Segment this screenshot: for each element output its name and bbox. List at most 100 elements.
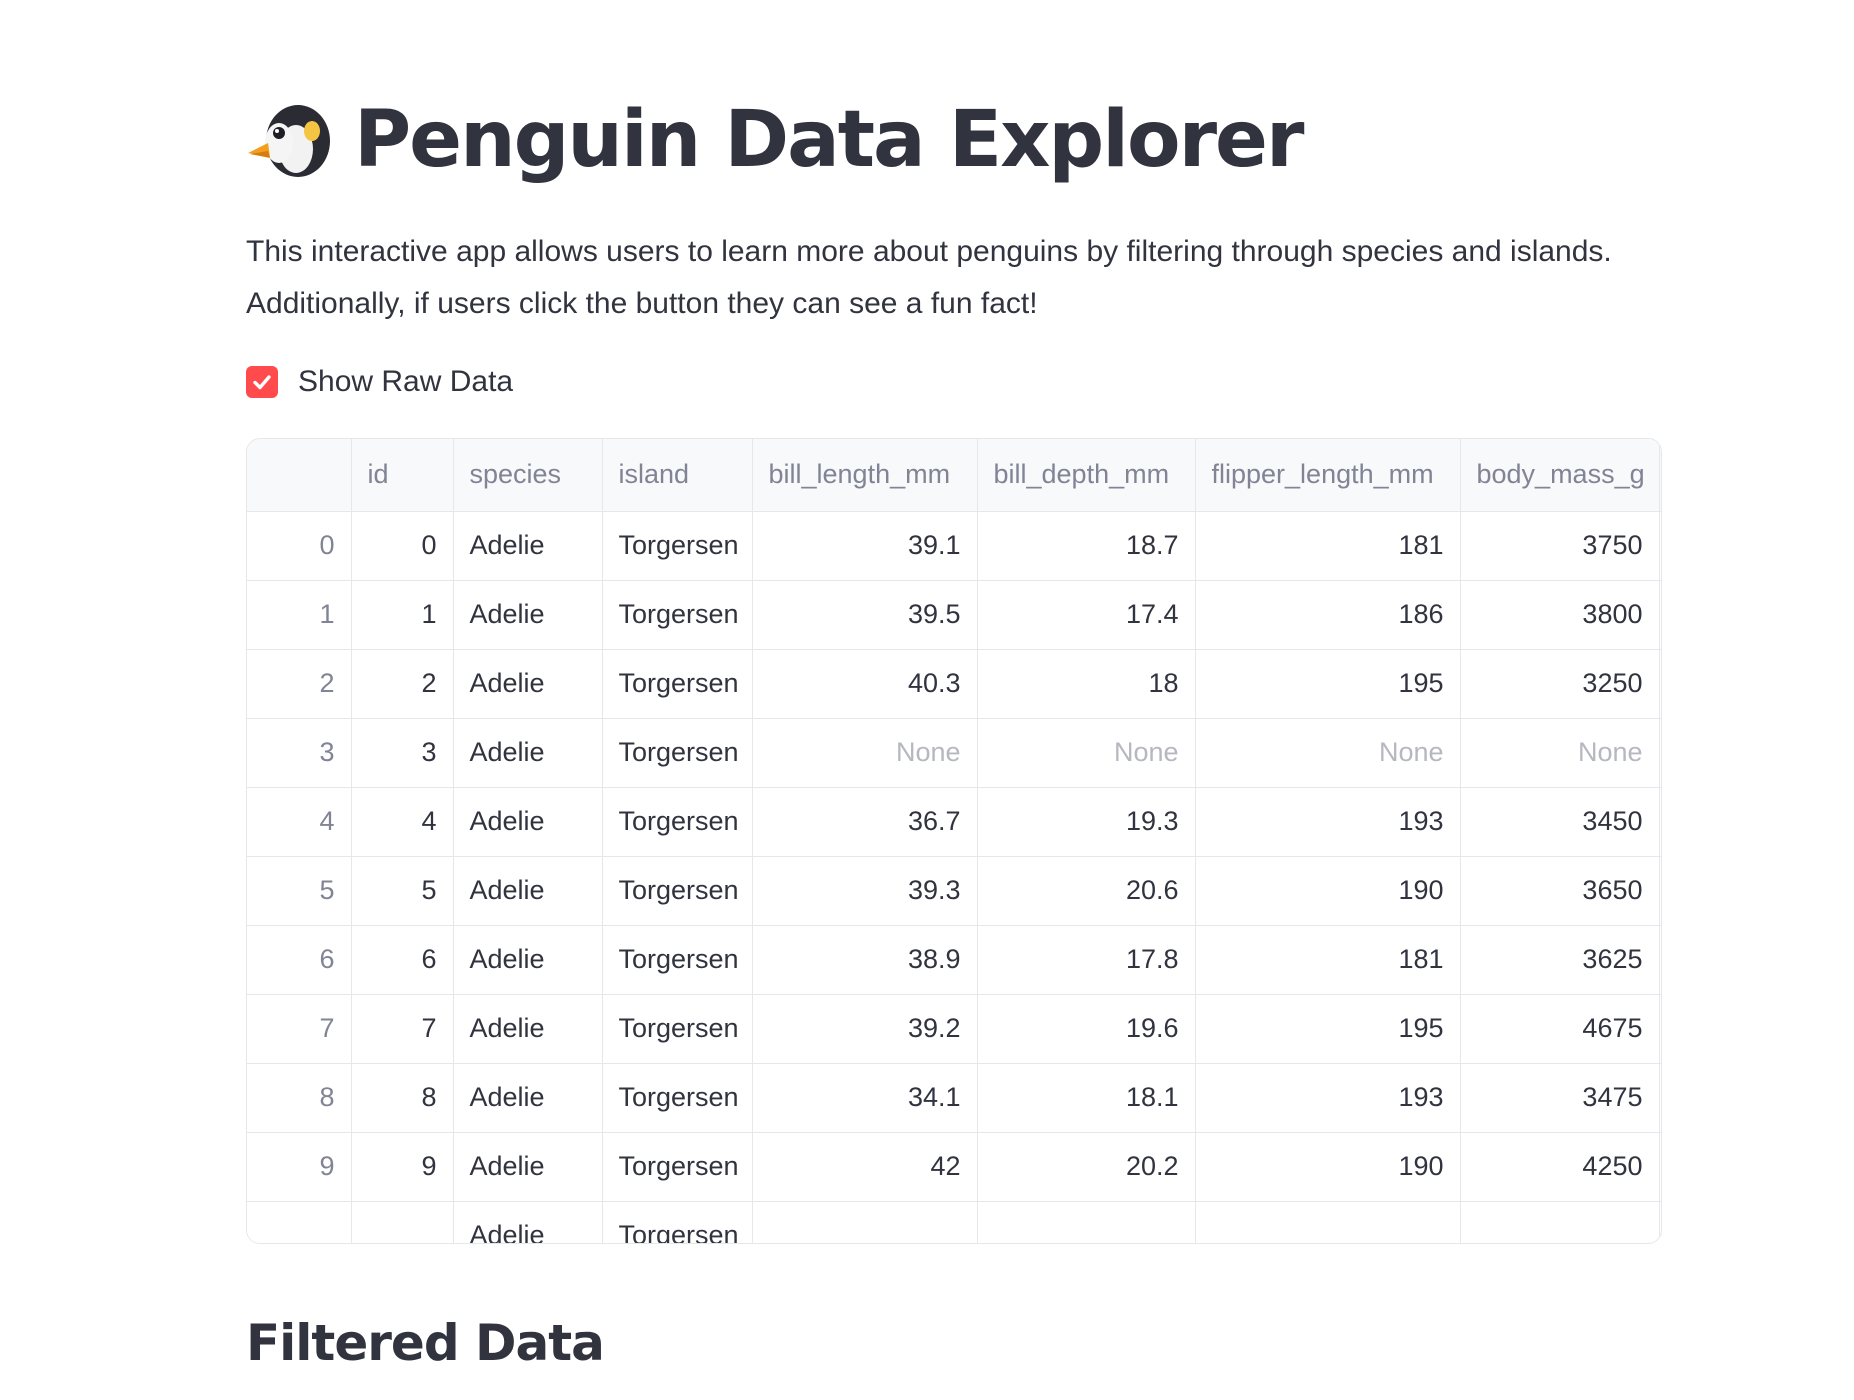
table-row[interactable]: 99AdelieTorgersen4220.21904250N — [247, 1132, 1661, 1202]
column-header-island[interactable]: island — [602, 439, 753, 512]
table-cell-index[interactable]: 0 — [247, 511, 352, 581]
table-cell-id[interactable]: 6 — [351, 925, 454, 995]
table-cell-id[interactable]: 8 — [351, 1063, 454, 1133]
table-row[interactable]: 11AdelieTorgersen39.517.41863800f — [247, 580, 1661, 650]
table-cell-bill-depth-mm[interactable]: 17.8 — [977, 925, 1196, 995]
table-cell-species[interactable]: Adelie — [453, 994, 603, 1064]
table-row[interactable]: 00AdelieTorgersen39.118.71813750m — [247, 511, 1661, 581]
table-cell-id[interactable] — [351, 1201, 454, 1243]
table-cell-flipper-length-mm[interactable]: 186 — [1195, 580, 1461, 650]
table-cell-id[interactable]: 2 — [351, 649, 454, 719]
table-cell-species[interactable]: Adelie — [453, 718, 603, 788]
table-cell-bill-length-mm[interactable] — [752, 1201, 978, 1243]
table-cell-body-mass-g[interactable] — [1460, 1201, 1660, 1243]
table-cell-bill-depth-mm[interactable]: 18.7 — [977, 511, 1196, 581]
table-cell-index[interactable]: 2 — [247, 649, 352, 719]
table-cell-sex[interactable]: m — [1659, 994, 1661, 1064]
table-cell-index[interactable]: 3 — [247, 718, 352, 788]
table-cell-flipper-length-mm[interactable]: 193 — [1195, 787, 1461, 857]
table-cell-sex[interactable]: f — [1659, 580, 1661, 650]
table-cell-island[interactable]: Torgersen — [602, 1063, 753, 1133]
table-cell-bill-depth-mm[interactable]: 19.3 — [977, 787, 1196, 857]
table-cell-flipper-length-mm[interactable]: None — [1195, 718, 1461, 788]
table-row[interactable]: 88AdelieTorgersen34.118.11933475N — [247, 1063, 1661, 1133]
table-cell-index[interactable]: 5 — [247, 856, 352, 926]
table-cell-id[interactable]: 5 — [351, 856, 454, 926]
table-cell-body-mass-g[interactable]: 3475 — [1460, 1063, 1660, 1133]
column-header-flipper-length[interactable]: flipper_length_mm — [1195, 439, 1461, 512]
table-cell-index[interactable]: 9 — [247, 1132, 352, 1202]
column-header-bill-length[interactable]: bill_length_mm — [752, 439, 978, 512]
table-cell-sex[interactable] — [1659, 1201, 1661, 1243]
table-cell-index[interactable]: 8 — [247, 1063, 352, 1133]
table-cell-sex[interactable]: f — [1659, 649, 1661, 719]
column-header-index[interactable] — [247, 439, 352, 512]
table-cell-species[interactable]: Adelie — [453, 649, 603, 719]
table-cell-body-mass-g[interactable]: 4250 — [1460, 1132, 1660, 1202]
table-cell-bill-depth-mm[interactable]: 19.6 — [977, 994, 1196, 1064]
table-cell-island[interactable]: Torgersen — [602, 1201, 753, 1243]
table-cell-flipper-length-mm[interactable]: 190 — [1195, 856, 1461, 926]
table-cell-bill-depth-mm[interactable]: 18.1 — [977, 1063, 1196, 1133]
table-cell-bill-length-mm[interactable]: 36.7 — [752, 787, 978, 857]
table-row[interactable]: 33AdelieTorgersenNoneNoneNoneNoneN — [247, 718, 1661, 788]
column-header-sex[interactable]: s — [1659, 439, 1661, 512]
table-cell-bill-depth-mm[interactable]: 18 — [977, 649, 1196, 719]
table-cell-island[interactable]: Torgersen — [602, 925, 753, 995]
table-cell-flipper-length-mm[interactable] — [1195, 1201, 1461, 1243]
table-cell-flipper-length-mm[interactable]: 190 — [1195, 1132, 1461, 1202]
table-cell-species[interactable]: Adelie — [453, 511, 603, 581]
raw-data-table[interactable]: id species island bill_length_mm bill_de… — [246, 438, 1662, 1244]
table-cell-species[interactable]: Adelie — [453, 787, 603, 857]
table-cell-sex[interactable]: m — [1659, 856, 1661, 926]
table-cell-island[interactable]: Torgersen — [602, 787, 753, 857]
table-cell-species[interactable]: Adelie — [453, 1201, 603, 1243]
table-row[interactable]: 44AdelieTorgersen36.719.31933450f — [247, 787, 1661, 857]
table-cell-id[interactable]: 1 — [351, 580, 454, 650]
table-cell-index[interactable] — [247, 1201, 352, 1243]
table-cell-bill-length-mm[interactable]: 39.3 — [752, 856, 978, 926]
table-cell-sex[interactable]: N — [1659, 1063, 1661, 1133]
table-cell-bill-length-mm[interactable]: 38.9 — [752, 925, 978, 995]
table-cell-id[interactable]: 4 — [351, 787, 454, 857]
column-header-bill-depth[interactable]: bill_depth_mm — [977, 439, 1196, 512]
table-cell-sex[interactable]: N — [1659, 1132, 1661, 1202]
table-cell-bill-length-mm[interactable]: 39.1 — [752, 511, 978, 581]
table-cell-flipper-length-mm[interactable]: 181 — [1195, 511, 1461, 581]
table-cell-island[interactable]: Torgersen — [602, 511, 753, 581]
table-cell-bill-length-mm[interactable]: 39.5 — [752, 580, 978, 650]
table-cell-species[interactable]: Adelie — [453, 856, 603, 926]
table-cell-body-mass-g[interactable]: 3800 — [1460, 580, 1660, 650]
table-row[interactable]: 77AdelieTorgersen39.219.61954675m — [247, 994, 1661, 1064]
table-cell-id[interactable]: 7 — [351, 994, 454, 1064]
table-cell-bill-depth-mm[interactable]: 20.6 — [977, 856, 1196, 926]
column-header-body-mass[interactable]: body_mass_g — [1460, 439, 1660, 512]
table-cell-bill-depth-mm[interactable]: 20.2 — [977, 1132, 1196, 1202]
table-cell-flipper-length-mm[interactable]: 195 — [1195, 649, 1461, 719]
table-cell-bill-length-mm[interactable]: None — [752, 718, 978, 788]
table-row[interactable]: 55AdelieTorgersen39.320.61903650m — [247, 856, 1661, 926]
table-cell-id[interactable]: 3 — [351, 718, 454, 788]
table-cell-bill-length-mm[interactable]: 34.1 — [752, 1063, 978, 1133]
table-cell-island[interactable]: Torgersen — [602, 994, 753, 1064]
table-cell-body-mass-g[interactable]: 3650 — [1460, 856, 1660, 926]
table-row[interactable]: 66AdelieTorgersen38.917.81813625f — [247, 925, 1661, 995]
table-cell-bill-length-mm[interactable]: 42 — [752, 1132, 978, 1202]
table-cell-species[interactable]: Adelie — [453, 1063, 603, 1133]
table-cell-species[interactable]: Adelie — [453, 1132, 603, 1202]
table-cell-sex[interactable]: f — [1659, 925, 1661, 995]
table-cell-island[interactable]: Torgersen — [602, 718, 753, 788]
table-cell-island[interactable]: Torgersen — [602, 1132, 753, 1202]
table-cell-bill-depth-mm[interactable]: None — [977, 718, 1196, 788]
table-cell-bill-length-mm[interactable]: 39.2 — [752, 994, 978, 1064]
table-cell-index[interactable]: 1 — [247, 580, 352, 650]
show-raw-data-checkbox[interactable]: Show Raw Data — [246, 362, 513, 402]
table-cell-flipper-length-mm[interactable]: 195 — [1195, 994, 1461, 1064]
table-cell-index[interactable]: 7 — [247, 994, 352, 1064]
table-cell-index[interactable]: 6 — [247, 925, 352, 995]
table-cell-body-mass-g[interactable]: 3250 — [1460, 649, 1660, 719]
table-cell-index[interactable]: 4 — [247, 787, 352, 857]
table-cell-flipper-length-mm[interactable]: 193 — [1195, 1063, 1461, 1133]
table-cell-id[interactable]: 9 — [351, 1132, 454, 1202]
table-row[interactable]: Adelie Torgersen — [247, 1201, 1661, 1243]
